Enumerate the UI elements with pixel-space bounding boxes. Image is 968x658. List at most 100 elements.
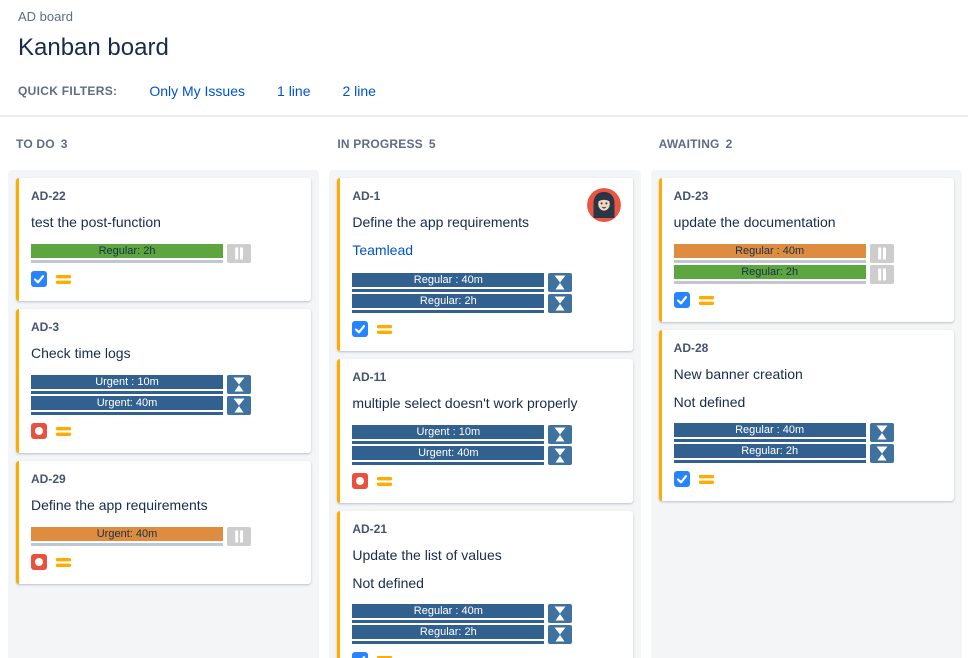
time-bar-label: Urgent : 10m — [95, 375, 159, 389]
filter-1-line[interactable]: 1 line — [277, 83, 310, 99]
card-meta-icons — [352, 654, 620, 658]
time-bar-label: Regular : 40m — [735, 423, 804, 437]
time-bar-row: Regular : 40m — [352, 273, 620, 292]
medium-priority-icon — [55, 555, 72, 574]
issue-title: test the post-function — [31, 213, 299, 231]
hourglass-icon[interactable] — [548, 446, 572, 465]
bug-icon — [31, 554, 47, 575]
time-bar: Regular: 2h — [352, 294, 544, 308]
task-icon — [352, 321, 368, 342]
time-bar-wrap: Regular : 40m — [674, 423, 866, 442]
hourglass-icon[interactable] — [870, 423, 894, 442]
task-icon — [674, 292, 690, 313]
time-bar: Urgent : 10m — [31, 375, 223, 389]
time-bar-track — [352, 310, 544, 313]
time-bar-row: Regular : 40m — [674, 244, 942, 263]
hourglass-icon[interactable] — [548, 273, 572, 292]
breadcrumb[interactable]: AD board — [18, 8, 73, 26]
time-bar-wrap: Regular : 40m — [674, 244, 866, 263]
time-bar: Regular: 2h — [31, 244, 223, 258]
hourglass-icon[interactable] — [548, 294, 572, 313]
teamlead-link[interactable]: Teamlead — [352, 242, 413, 258]
issue-key: AD-3 — [31, 319, 299, 335]
issue-key: AD-28 — [674, 340, 942, 356]
time-bar-wrap: Regular: 2h — [31, 244, 223, 263]
time-bar: Regular: 2h — [674, 444, 866, 458]
issue-key: AD-22 — [31, 188, 299, 204]
column-to-do: AD-22test the post-functionRegular: 2hAD… — [8, 170, 319, 658]
medium-priority-icon — [376, 474, 393, 493]
bug-icon — [31, 423, 47, 444]
hourglass-icon[interactable] — [227, 396, 251, 415]
column-header-in-progress: IN PROGRESS5 — [329, 137, 640, 151]
time-bar-label: Regular: 2h — [420, 294, 477, 308]
column-count: 5 — [429, 137, 436, 151]
time-bar-track — [674, 439, 866, 442]
time-bar-row: Urgent : 10m — [31, 375, 299, 394]
hourglass-icon[interactable] — [548, 425, 572, 444]
time-bar: Urgent: 40m — [31, 527, 223, 541]
time-bar-row: Regular : 40m — [352, 604, 620, 623]
card-ad-1[interactable]: AD-1Define the app requirementsTeamleadR… — [337, 178, 632, 351]
card-ad-3[interactable]: AD-3 Check time logs Urgent : 10mUrgent: 4… — [16, 309, 311, 453]
card-ad-11[interactable]: AD-11multiple select doesn't work proper… — [337, 359, 632, 503]
page-title: Kanban board — [18, 33, 944, 63]
time-bar-row: Urgent: 40m — [31, 527, 299, 546]
hourglass-icon[interactable] — [870, 444, 894, 463]
time-bar-label: Regular: 2h — [99, 244, 156, 258]
pause-icon[interactable] — [870, 265, 894, 284]
time-bars: Urgent: 40m — [31, 527, 299, 546]
time-bar-track — [352, 441, 544, 444]
card-ad-21[interactable]: AD-21Update the list of valuesNot define… — [337, 511, 632, 658]
time-bar-track — [31, 391, 223, 394]
card-meta-icons — [31, 273, 299, 289]
time-bars: Urgent : 10mUrgent: 40m — [31, 375, 299, 415]
card-ad-29[interactable]: AD-29Define the app requirementsUrgent: … — [16, 461, 311, 584]
time-bar-row: Regular: 2h — [352, 294, 620, 313]
time-bar-wrap: Regular: 2h — [674, 444, 866, 463]
pause-icon[interactable] — [227, 244, 251, 263]
card-meta-icons — [674, 294, 942, 310]
bug-icon — [352, 473, 368, 494]
time-bar-label: Regular: 2h — [420, 625, 477, 639]
time-bar-track — [674, 460, 866, 463]
issue-title: multiple select doesn't work properly — [352, 394, 620, 412]
hourglass-icon[interactable] — [548, 604, 572, 623]
pause-icon[interactable] — [870, 244, 894, 263]
issue-title: Check time logs — [31, 344, 299, 362]
time-bars: Urgent : 10mUrgent: 40m — [352, 425, 620, 465]
user-avatar[interactable] — [587, 188, 621, 222]
not-defined-label: Not defined — [674, 394, 942, 410]
card-ad-22[interactable]: AD-22 test the post-function Regular: 2h — [16, 178, 311, 301]
pause-icon[interactable] — [227, 527, 251, 546]
hourglass-icon[interactable] — [227, 375, 251, 394]
time-bar-track — [352, 289, 544, 292]
hourglass-icon[interactable] — [548, 625, 572, 644]
time-bar: Regular: 2h — [674, 265, 866, 279]
task-icon — [31, 271, 47, 292]
filter-2-line[interactable]: 2 line — [342, 83, 375, 99]
card-meta-icons — [674, 473, 942, 489]
time-bar-row: Regular: 2h — [674, 444, 942, 463]
kanban-board-page: AD board Kanban board QUICK FILTERS: Onl… — [0, 0, 968, 643]
time-bar-row: Urgent : 10m — [352, 425, 620, 444]
filter-only-my-issues[interactable]: Only My Issues — [149, 83, 245, 99]
time-bar: Regular: 2h — [352, 625, 544, 639]
time-bar-label: Regular : 40m — [414, 273, 483, 287]
time-bar-label: Regular : 40m — [414, 604, 483, 618]
time-bars: Regular : 40m Regular: 2h — [674, 244, 942, 284]
columns-row: AD-22test the post-functionRegular: 2hAD… — [8, 170, 962, 658]
medium-priority-icon — [55, 272, 72, 291]
board: TO DO3IN PROGRESS5AWAITING2 AD-22test th… — [0, 117, 968, 658]
time-bar-track — [674, 260, 866, 263]
time-bar-track — [31, 260, 223, 263]
card-meta-icons — [31, 425, 299, 441]
time-bar-row: Regular : 40m — [674, 423, 942, 442]
time-bar-wrap: Urgent : 10m — [31, 375, 223, 394]
time-bar-row: Regular: 2h — [31, 244, 299, 263]
column-in-progress: AD-1Define the app requirementsTeamleadR… — [329, 170, 640, 658]
card-ad-23[interactable]: AD-23update the documentationRegular : 4… — [659, 178, 954, 322]
time-bars: Regular : 40m Regular: 2h — [674, 423, 942, 463]
card-ad-28[interactable]: AD-28New banner creationNot definedRegul… — [659, 330, 954, 501]
card-meta-icons — [352, 475, 620, 491]
